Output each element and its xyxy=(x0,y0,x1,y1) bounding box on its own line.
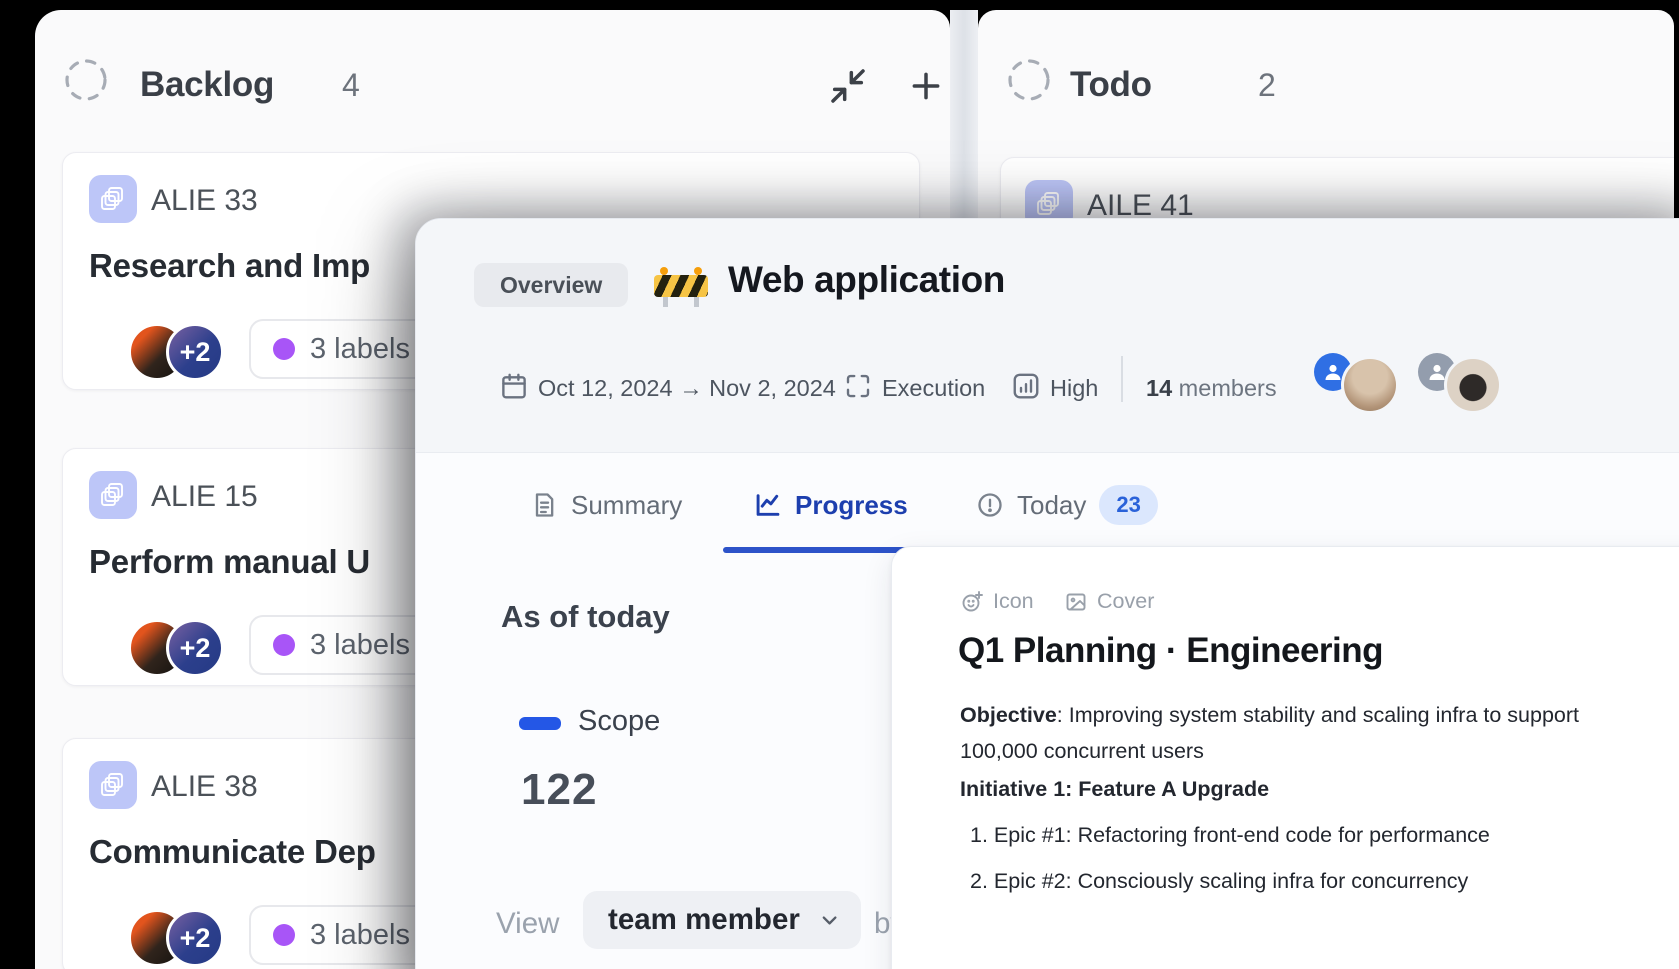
view-label: View xyxy=(496,907,559,941)
issue-id: ALIE 38 xyxy=(151,770,258,804)
tab-progress[interactable]: Progress xyxy=(754,482,908,528)
doc-epic-item: 1. Epic #1: Refactoring front-end code f… xyxy=(970,823,1490,848)
backlog-column-header: Backlog 4 xyxy=(35,10,950,140)
extra-assignees-badge: +2 xyxy=(166,909,224,967)
as-of-today-heading: As of today xyxy=(501,599,670,635)
member-avatar[interactable] xyxy=(1341,356,1399,414)
scope-legend-mark xyxy=(519,717,561,730)
todo-column-count: 2 xyxy=(1258,67,1276,104)
project-date-range[interactable]: Oct 12, 2024 → Nov 2, 2024 xyxy=(538,375,836,402)
construction-barrier-icon xyxy=(654,267,708,307)
backlog-column-count: 4 xyxy=(342,67,360,104)
tab-today[interactable]: Today 23 xyxy=(976,482,1158,528)
modal-header: Overview Web application Oct 12, 2024 → … xyxy=(416,219,1679,453)
status-frame-icon xyxy=(843,371,873,401)
today-count-badge: 23 xyxy=(1099,485,1157,525)
scope-legend-label: Scope xyxy=(578,705,660,738)
project-title: Web application xyxy=(728,259,1005,301)
backlog-column-title: Backlog xyxy=(140,65,274,105)
issue-title: Perform manual U xyxy=(89,543,370,581)
scope-value: 122 xyxy=(521,765,597,815)
doc-title: Q1 Planning · Engineering xyxy=(958,631,1383,671)
group-by-dropdown[interactable]: team member xyxy=(583,891,861,949)
line-chart-icon xyxy=(754,491,782,519)
extra-assignees-badge: +2 xyxy=(166,323,224,381)
add-icon-button[interactable]: Icon xyxy=(960,589,1034,614)
member-avatar[interactable] xyxy=(1444,356,1502,414)
members-count: 14 members xyxy=(1146,375,1277,402)
tab-summary[interactable]: Summary xyxy=(530,482,682,528)
add-issue-icon[interactable] xyxy=(906,66,946,106)
alert-circle-icon xyxy=(976,491,1004,519)
label-dot-icon xyxy=(273,338,295,360)
stacked-squares-icon xyxy=(89,761,137,809)
issue-title: Communicate Dep xyxy=(89,833,376,871)
todo-status-icon xyxy=(1006,57,1052,103)
doc-objective: Objective: Improving system stability an… xyxy=(960,697,1600,769)
doc-epic-item: 2. Epic #2: Consciously scaling infra fo… xyxy=(970,869,1468,894)
stacked-squares-icon xyxy=(89,175,137,223)
project-status[interactable]: Execution xyxy=(882,375,985,402)
app-canvas: Backlog 4 ALIE 33 Research and Imp +2 3 … xyxy=(0,0,1679,969)
doc-initiative: Initiative 1: Feature A Upgrade xyxy=(960,777,1269,802)
extra-assignees-badge: +2 xyxy=(166,619,224,677)
document-card: Icon Cover Q1 Planning · Engineering Obj… xyxy=(891,546,1679,969)
calendar-icon xyxy=(499,371,529,401)
image-icon xyxy=(1064,590,1088,614)
todo-column-header: Todo 2 xyxy=(978,10,1674,140)
meta-divider xyxy=(1121,356,1123,402)
collapse-column-icon[interactable] xyxy=(828,66,868,106)
priority-bars-icon xyxy=(1011,371,1041,401)
issue-id: ALIE 15 xyxy=(151,480,258,514)
issue-title: Research and Imp xyxy=(89,247,370,285)
project-overview-modal: Overview Web application Oct 12, 2024 → … xyxy=(415,218,1679,969)
backlog-status-icon xyxy=(63,57,109,103)
stacked-squares-icon xyxy=(89,471,137,519)
smiley-plus-icon xyxy=(960,590,984,614)
issue-id: ALIE 33 xyxy=(151,184,258,218)
chevron-down-icon xyxy=(818,907,841,933)
label-dot-icon xyxy=(273,634,295,656)
project-priority[interactable]: High xyxy=(1050,375,1098,402)
document-icon xyxy=(530,491,558,519)
add-cover-button[interactable]: Cover xyxy=(1064,589,1154,614)
todo-column-title: Todo xyxy=(1070,65,1152,105)
label-dot-icon xyxy=(273,924,295,946)
overview-badge: Overview xyxy=(474,263,628,307)
